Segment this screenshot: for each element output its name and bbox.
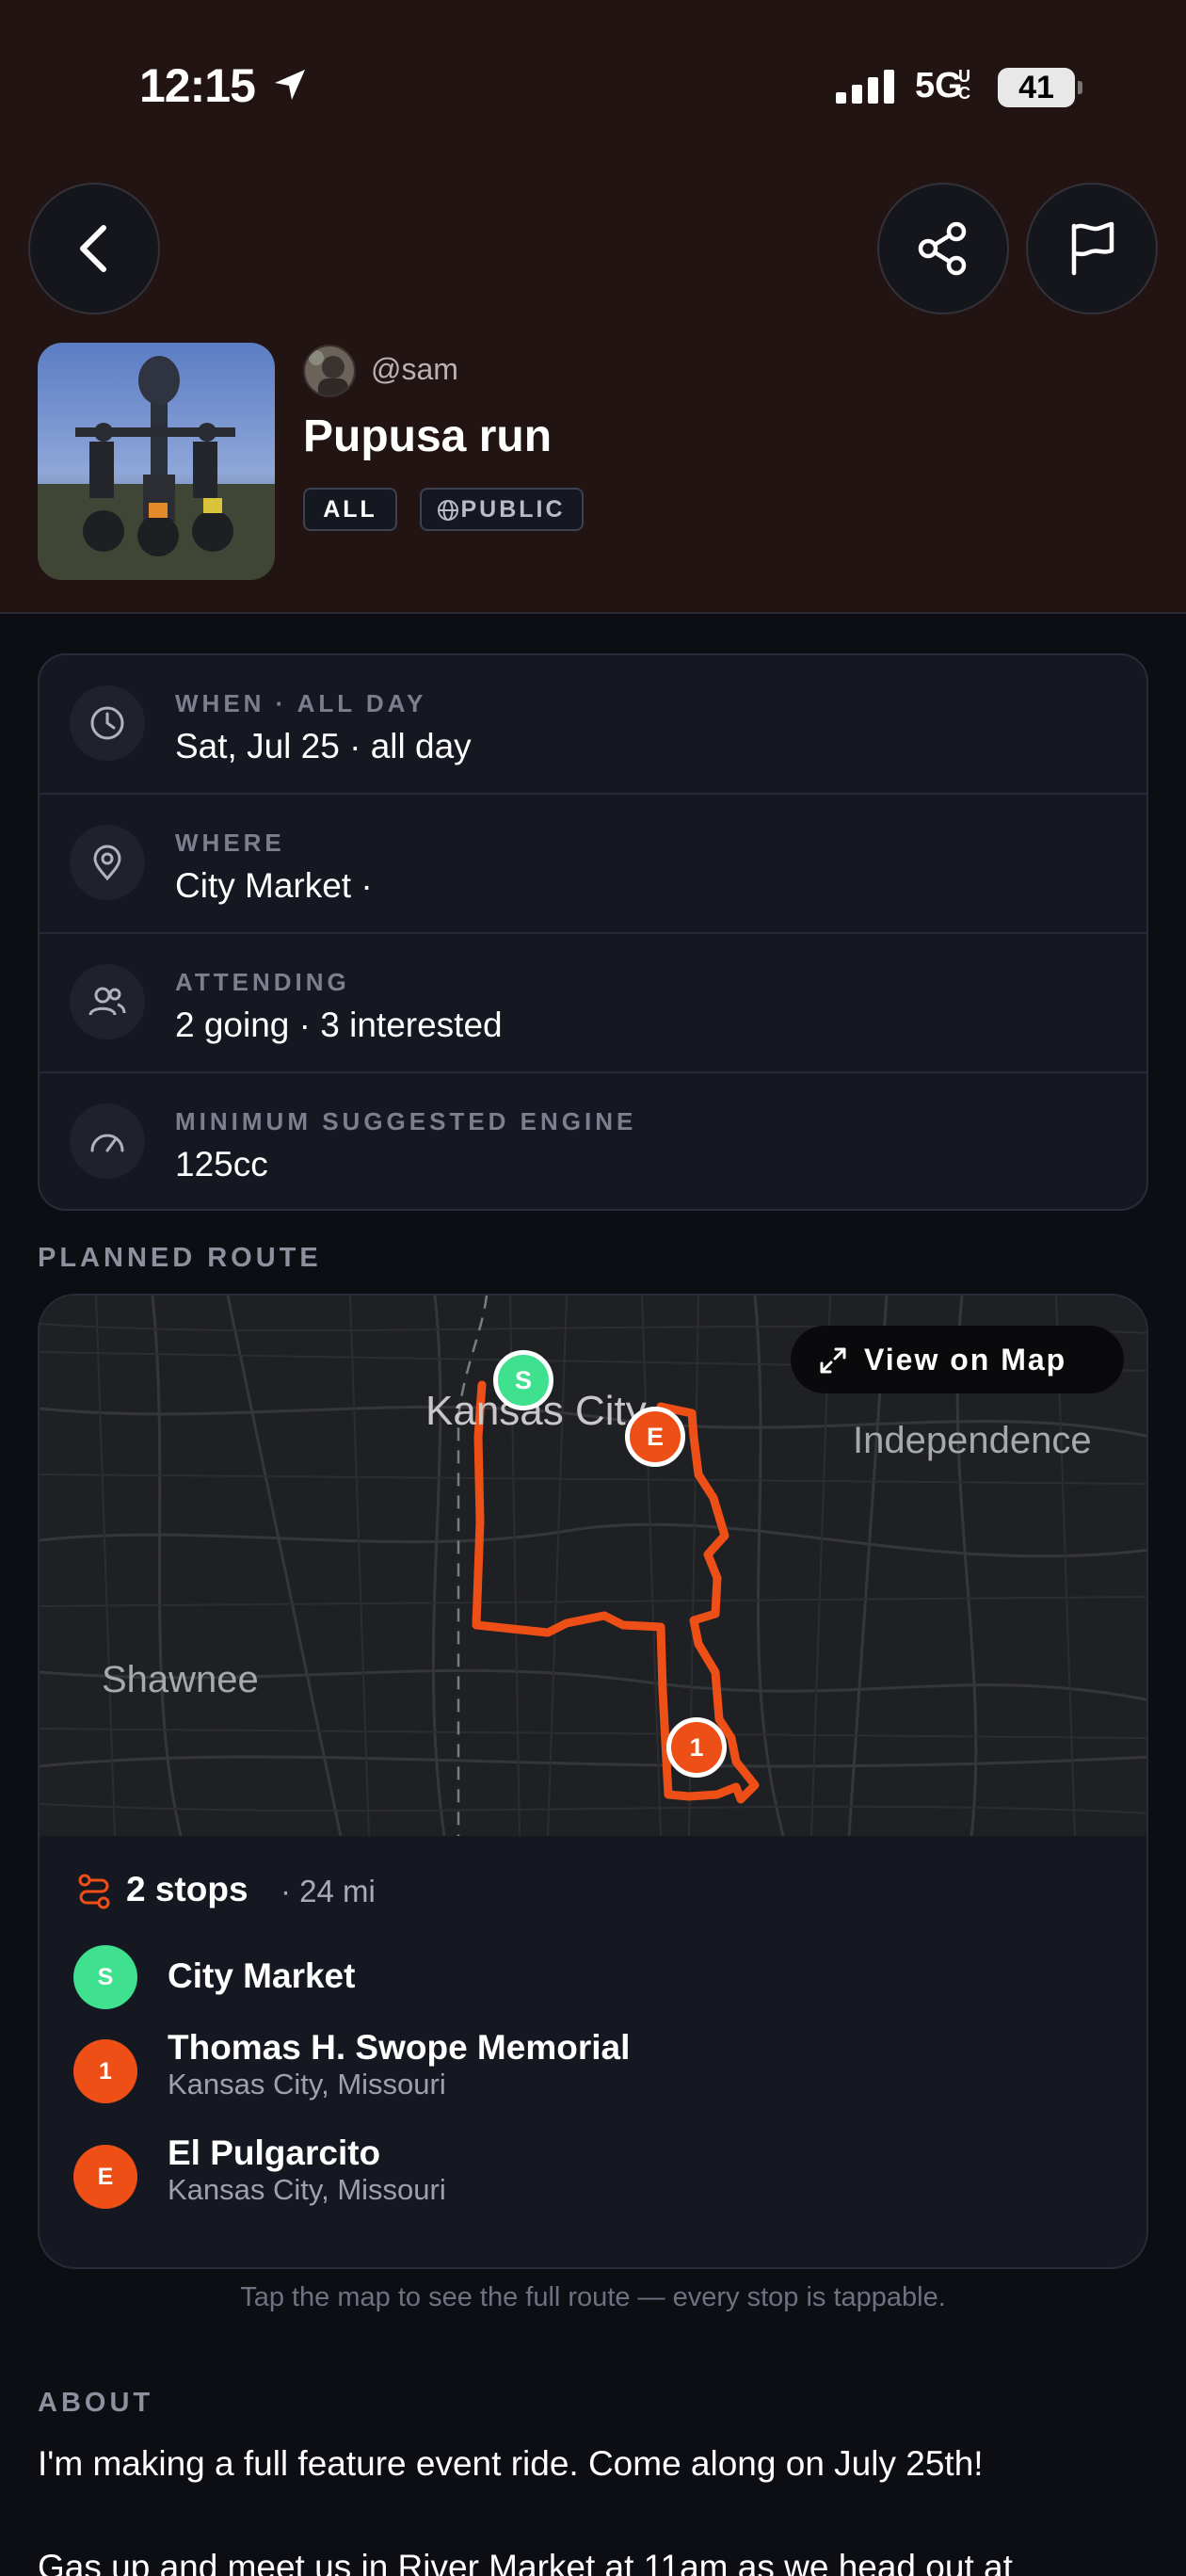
info-label: WHEN · ALL DAY <box>175 689 427 717</box>
battery-indicator: 41 <box>998 68 1075 107</box>
info-label: MINIMUM SUGGESTED ENGINE <box>175 1107 637 1135</box>
stop-marker: 1 <box>73 2039 137 2103</box>
audience-tag: ALL <box>303 488 397 531</box>
visibility-tag: PUBLIC <box>420 488 584 531</box>
map-marker-end[interactable]: E <box>625 1407 685 1467</box>
status-time: 12:15 <box>139 59 256 112</box>
stop-item-end[interactable]: E El Pulgarcito Kansas City, Missouri <box>40 2118 1146 2213</box>
stop-name: Thomas H. Swope Memorial <box>168 2028 631 2067</box>
stop-marker: E <box>73 2145 137 2209</box>
event-info-card: WHEN · ALL DAY Sat, Jul 25 · all day WHE… <box>38 653 1148 1211</box>
info-row-attending[interactable]: ATTENDING 2 going · 3 interested <box>40 934 1146 1073</box>
globe-icon <box>438 500 458 521</box>
info-value: City Market · <box>175 866 373 905</box>
network-type: 5G <box>915 66 963 105</box>
share-icon <box>918 221 967 276</box>
battery-cap <box>1078 81 1082 94</box>
stop-name: El Pulgarcito <box>168 2133 381 2172</box>
stop-name: City Market <box>168 1956 356 1995</box>
back-button[interactable] <box>28 183 160 314</box>
flag-icon <box>1071 221 1114 276</box>
network-uc: UC <box>958 67 970 103</box>
about-line-1: I'm making a full feature event ride. Co… <box>38 2444 984 2483</box>
speedometer-icon <box>70 1103 145 1179</box>
about-line-2: Gas up and meet us in River Market at 11… <box>38 2548 1013 2576</box>
info-value: 2 going · 3 interested <box>175 1006 503 1044</box>
report-flag-button[interactable] <box>1026 183 1158 314</box>
map-marker-start[interactable]: S <box>493 1350 553 1410</box>
host-handle[interactable]: @sam <box>371 352 458 387</box>
event-title: Pupusa run <box>303 411 553 461</box>
expand-icon <box>820 1347 846 1374</box>
visibility-label: PUBLIC <box>460 496 566 523</box>
info-value: 125cc <box>175 1145 268 1183</box>
view-on-map-button[interactable]: View on Map <box>791 1326 1124 1393</box>
stops-count: 2 stops <box>126 1870 248 1908</box>
map-label-independence: Independence <box>853 1420 1092 1461</box>
info-row-engine: MINIMUM SUGGESTED ENGINE 125cc <box>40 1073 1146 1209</box>
route-distance: · 24 mi <box>280 1874 376 1908</box>
info-value: Sat, Jul 25 · all day <box>175 727 472 765</box>
info-row-when[interactable]: WHEN · ALL DAY Sat, Jul 25 · all day <box>40 655 1146 795</box>
about-heading: ABOUT <box>38 2388 154 2418</box>
map-label-shawnee: Shawnee <box>102 1659 259 1700</box>
event-cover-photo[interactable] <box>38 343 275 580</box>
route-map[interactable]: Kansas City Independence Shawnee S E 1 V… <box>40 1296 1146 1836</box>
people-icon <box>70 964 145 1039</box>
map-marker-stop-1[interactable]: 1 <box>666 1717 727 1778</box>
route-hint: Tap the map to see the full route — ever… <box>240 2282 946 2312</box>
info-label: WHERE <box>175 829 285 857</box>
stop-marker: S <box>73 1945 137 2009</box>
chevron-left-icon <box>80 225 106 272</box>
location-arrow-icon <box>275 70 305 100</box>
stop-location: Kansas City, Missouri <box>168 2068 446 2101</box>
cellular-signal-icon <box>836 70 894 104</box>
route-card: Kansas City Independence Shawnee S E 1 V… <box>38 1294 1148 2269</box>
status-bar: 12:15 5G UC 41 <box>0 0 1186 179</box>
cover-image <box>38 343 275 580</box>
stop-location: Kansas City, Missouri <box>168 2173 446 2206</box>
route-icon <box>78 1874 110 1909</box>
share-button[interactable] <box>877 183 1009 314</box>
stop-item-1[interactable]: 1 Thomas H. Swope Memorial Kansas City, … <box>40 2013 1146 2107</box>
info-label: ATTENDING <box>175 968 350 996</box>
info-row-where[interactable]: WHERE City Market · <box>40 795 1146 934</box>
clock-icon <box>70 685 145 761</box>
host-avatar[interactable] <box>303 345 356 397</box>
planned-route-heading: PLANNED ROUTE <box>38 1243 322 1273</box>
view-on-map-label: View on Map <box>864 1343 1067 1377</box>
stop-item-start[interactable]: S City Market <box>40 1930 1146 2024</box>
location-pin-icon <box>70 825 145 900</box>
